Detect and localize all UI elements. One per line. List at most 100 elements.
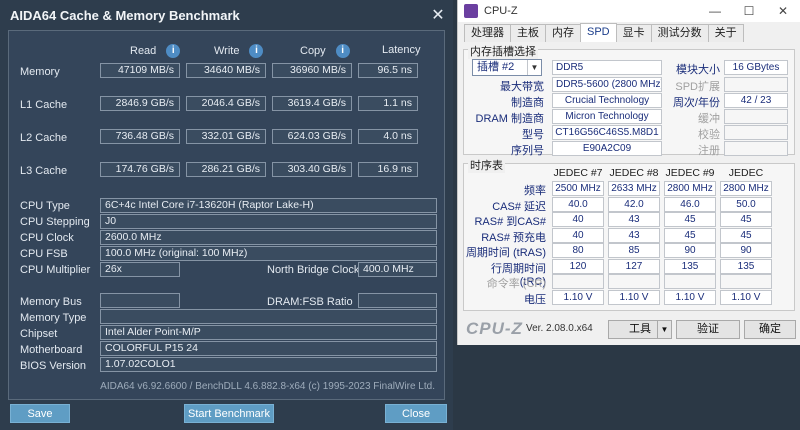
l1-row-label: L1 Cache: [20, 99, 68, 111]
timing-cell: 1.10 V: [720, 289, 772, 305]
info-icon[interactable]: i: [249, 44, 264, 58]
cpuz-title: CPU-Z: [484, 5, 518, 17]
chevron-down-icon[interactable]: ▼: [657, 321, 671, 338]
memory-read: 47109 MB/s: [100, 63, 180, 78]
manufacturer-label: 制造商: [511, 97, 544, 109]
memory-type-value: [100, 309, 437, 324]
ddr-type: DDR5: [552, 60, 662, 75]
timing-cell: 45: [720, 212, 772, 227]
part-value: CT16G56C46S5.M8D1: [552, 125, 662, 140]
read-header: Read i: [130, 44, 181, 58]
timing-cell: [720, 274, 772, 289]
window-title: AIDA64 Cache & Memory Benchmark: [10, 7, 240, 23]
serial-value: E90A2C09: [552, 141, 662, 156]
buffered-value: [724, 109, 788, 124]
timing-cell: 1.10 V: [552, 289, 604, 305]
timing-cell: 1.10 V: [608, 289, 660, 305]
cpu-multiplier-label: CPU Multiplier: [20, 264, 91, 276]
dram-mfr-value: Micron Technology: [552, 109, 662, 124]
cpu-stepping-value: J0: [100, 214, 437, 229]
cpu-stepping-label: CPU Stepping: [20, 216, 90, 228]
timing-cell: 120: [552, 258, 604, 274]
timing-cell: 135: [720, 258, 772, 274]
close-icon[interactable]: ✕: [766, 4, 800, 18]
timing-cell: 45: [664, 227, 716, 243]
l1-write: 2046.4 GB/s: [186, 96, 266, 111]
timing-row-label: 电压: [524, 293, 546, 306]
tab-memory[interactable]: 内存: [545, 24, 581, 42]
minimize-icon[interactable]: —: [698, 4, 732, 18]
timing-row-label: 周期时间 (tRAS): [465, 247, 546, 259]
module-size-label: 模块大小: [676, 64, 720, 76]
l2-write: 332.01 GB/s: [186, 129, 266, 144]
tab-spd[interactable]: SPD: [580, 23, 617, 42]
cpu-type-value: 6C+4c Intel Core i7-13620H (Raptor Lake-…: [100, 198, 437, 213]
l2-row-label: L2 Cache: [20, 132, 68, 144]
validate-button[interactable]: 验证: [676, 320, 740, 339]
chipset-label: Chipset: [20, 328, 58, 340]
memory-latency: 96.5 ns: [358, 63, 418, 78]
timing-cell: 135: [664, 258, 716, 274]
timing-cell: [664, 274, 716, 289]
tab-about[interactable]: 关于: [707, 24, 744, 42]
timing-cell: 40: [552, 227, 604, 243]
timing-row-label: RAS# 到CAS#: [474, 216, 546, 228]
timing-cell: 50.0: [720, 196, 772, 212]
timing-row-label: 频率: [524, 185, 546, 197]
tab-graphics[interactable]: 显卡: [615, 24, 652, 42]
tab-bench[interactable]: 测试分数: [650, 24, 709, 42]
l2-copy: 624.03 GB/s: [272, 129, 352, 144]
l1-read: 2846.9 GB/s: [100, 96, 180, 111]
start-benchmark-button[interactable]: Start Benchmark: [184, 404, 274, 423]
close-button[interactable]: Close: [385, 404, 447, 423]
dram-fsb-label: DRAM:FSB Ratio: [267, 296, 353, 308]
version-footer: AIDA64 v6.92.6600 / BenchDLL 4.6.882.8-x…: [100, 381, 435, 392]
save-button[interactable]: Save: [10, 404, 70, 423]
aida64-window: AIDA64 Cache & Memory Benchmark ✕ Read i …: [0, 0, 453, 430]
l3-row-label: L3 Cache: [20, 165, 68, 177]
info-icon[interactable]: i: [335, 44, 350, 58]
timing-cell: 40: [552, 212, 604, 227]
correction-label: 校验: [698, 129, 720, 141]
timing-cell: 45: [664, 212, 716, 227]
timing-cell: 2500 MHz: [552, 181, 604, 196]
write-header: Write i: [214, 44, 264, 58]
l2-latency: 4.0 ns: [358, 129, 418, 144]
registered-value: [724, 141, 788, 156]
timing-cell: 90: [720, 243, 772, 258]
memory-type-label: Memory Type: [20, 312, 87, 324]
ok-button[interactable]: 确定: [744, 320, 796, 339]
max-bw-value: DDR5-5600 (2800 MHz): [552, 77, 662, 92]
tools-button[interactable]: 工具 ▼: [608, 320, 672, 339]
cpuz-titlebar: CPU-Z — ☐ ✕: [458, 0, 800, 22]
cpu-type-label: CPU Type: [20, 200, 70, 212]
cpu-fsb-value: 100.0 MHz (original: 100 MHz): [100, 246, 437, 261]
cpuz-tabs: 处理器 主板 内存 SPD 显卡 测试分数 关于: [464, 23, 744, 42]
l3-latency: 16.9 ns: [358, 162, 418, 177]
info-icon[interactable]: i: [166, 44, 181, 58]
chevron-down-icon: ▼: [527, 60, 541, 75]
tab-processor[interactable]: 处理器: [464, 24, 511, 42]
timing-cell: 80: [552, 243, 604, 258]
timing-cell: [552, 274, 604, 289]
nb-clock-label: North Bridge Clock: [267, 264, 360, 276]
maximize-icon[interactable]: ☐: [732, 4, 766, 18]
slot-select[interactable]: 插槽 #2 ▼: [472, 59, 542, 76]
motherboard-label: Motherboard: [20, 344, 83, 356]
copy-header: Copy i: [300, 44, 350, 58]
cpu-clock-value: 2600.0 MHz: [100, 230, 437, 245]
cpu-multiplier-value: 26x: [100, 262, 180, 277]
memory-row-label: Memory: [20, 66, 60, 78]
cpuz-app-icon: [464, 4, 478, 18]
latency-header: Latency: [382, 44, 421, 56]
l2-read: 736.48 GB/s: [100, 129, 180, 144]
tab-mainboard[interactable]: 主板: [510, 24, 546, 42]
jedec-9-header: JEDEC #9: [665, 167, 715, 179]
cpuz-logo: CPU-Z: [466, 319, 523, 338]
spd-ext-value: [724, 77, 788, 92]
bios-label: BIOS Version: [20, 360, 87, 372]
l1-copy: 3619.4 GB/s: [272, 96, 352, 111]
cpu-fsb-label: CPU FSB: [20, 248, 68, 260]
close-icon[interactable]: ✕: [423, 5, 453, 25]
timing-cell: 1.10 V: [664, 289, 716, 305]
